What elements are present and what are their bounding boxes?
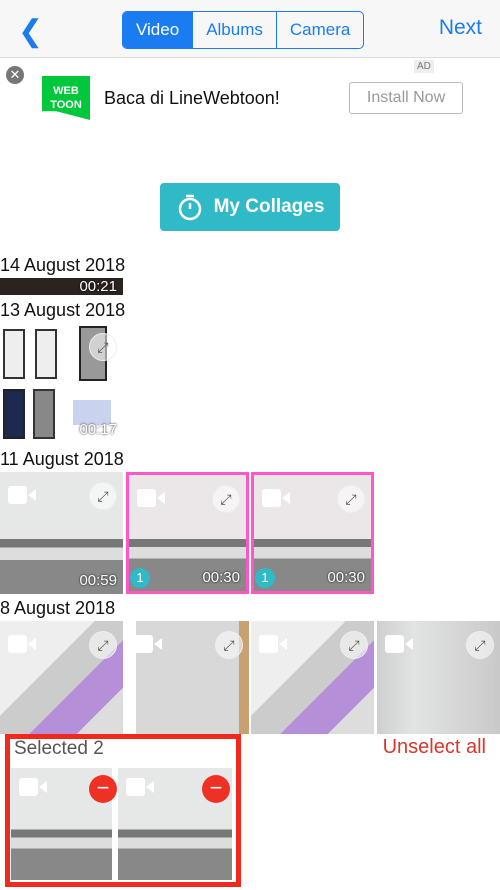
source-segmented-control: Video Albums Camera xyxy=(122,11,365,49)
my-collages-label: My Collages xyxy=(213,196,325,217)
video-thumbnail[interactable]: ⤢ xyxy=(0,621,123,735)
video-camera-icon xyxy=(8,486,36,504)
date-header: 8 August 2018 xyxy=(0,598,116,618)
close-ad-icon[interactable]: ✕ xyxy=(6,66,24,84)
expand-icon[interactable]: ⤢ xyxy=(89,482,117,510)
remove-selected-icon[interactable]: − xyxy=(202,775,230,803)
expand-icon[interactable]: ⤢ xyxy=(466,631,494,659)
expand-icon[interactable]: ⤢ xyxy=(89,333,117,361)
expand-icon[interactable]: ⤢ xyxy=(340,631,368,659)
video-camera-icon xyxy=(8,635,36,653)
timer-icon xyxy=(178,194,201,221)
expand-icon[interactable]: ⤢ xyxy=(215,631,243,659)
video-thumbnail[interactable]: ⤢ xyxy=(377,621,500,735)
tab-camera[interactable]: Camera xyxy=(277,12,363,48)
expand-icon[interactable]: ⤢ xyxy=(89,631,117,659)
ad-badge: AD xyxy=(414,60,434,73)
tab-video[interactable]: Video xyxy=(123,12,194,48)
selected-count-label: Selected 2 xyxy=(14,738,104,759)
unselect-all-button[interactable]: Unselect all xyxy=(383,736,486,759)
remove-selected-icon[interactable]: − xyxy=(89,775,117,803)
my-collages-button[interactable]: My Collages xyxy=(160,183,340,231)
webtoon-logo: WEB TOON xyxy=(42,76,90,120)
date-header: 13 August 2018 xyxy=(0,300,126,320)
date-header: 14 August 2018 xyxy=(0,255,126,275)
expand-icon[interactable]: ⤢ xyxy=(212,485,240,513)
video-camera-icon xyxy=(126,778,154,796)
video-camera-icon xyxy=(259,635,287,653)
video-camera-icon xyxy=(385,635,413,653)
tab-albums[interactable]: Albums xyxy=(193,12,277,48)
video-thumbnail[interactable]: ⤢ xyxy=(251,621,374,735)
selection-count-badge: 1 xyxy=(130,568,150,588)
ad-text: Baca di LineWebtoon! xyxy=(104,88,280,108)
next-button[interactable]: Next xyxy=(439,16,482,40)
video-camera-icon xyxy=(137,489,165,507)
back-button[interactable]: ❮ xyxy=(18,14,43,49)
video-camera-icon xyxy=(134,635,162,653)
video-thumbnail[interactable]: 00:21 xyxy=(0,278,123,295)
video-thumbnail[interactable]: ⤢ 00:59 xyxy=(0,472,123,594)
selection-count-badge: 1 xyxy=(255,568,275,588)
video-thumbnail[interactable]: ⤢ xyxy=(126,621,249,735)
video-thumbnail[interactable]: ⤢ 00:17 xyxy=(0,323,123,443)
expand-icon[interactable]: ⤢ xyxy=(337,485,365,513)
date-header: 11 August 2018 xyxy=(0,449,124,469)
video-camera-icon xyxy=(19,778,47,796)
install-now-button[interactable]: Install Now xyxy=(349,82,463,114)
video-camera-icon xyxy=(262,489,290,507)
